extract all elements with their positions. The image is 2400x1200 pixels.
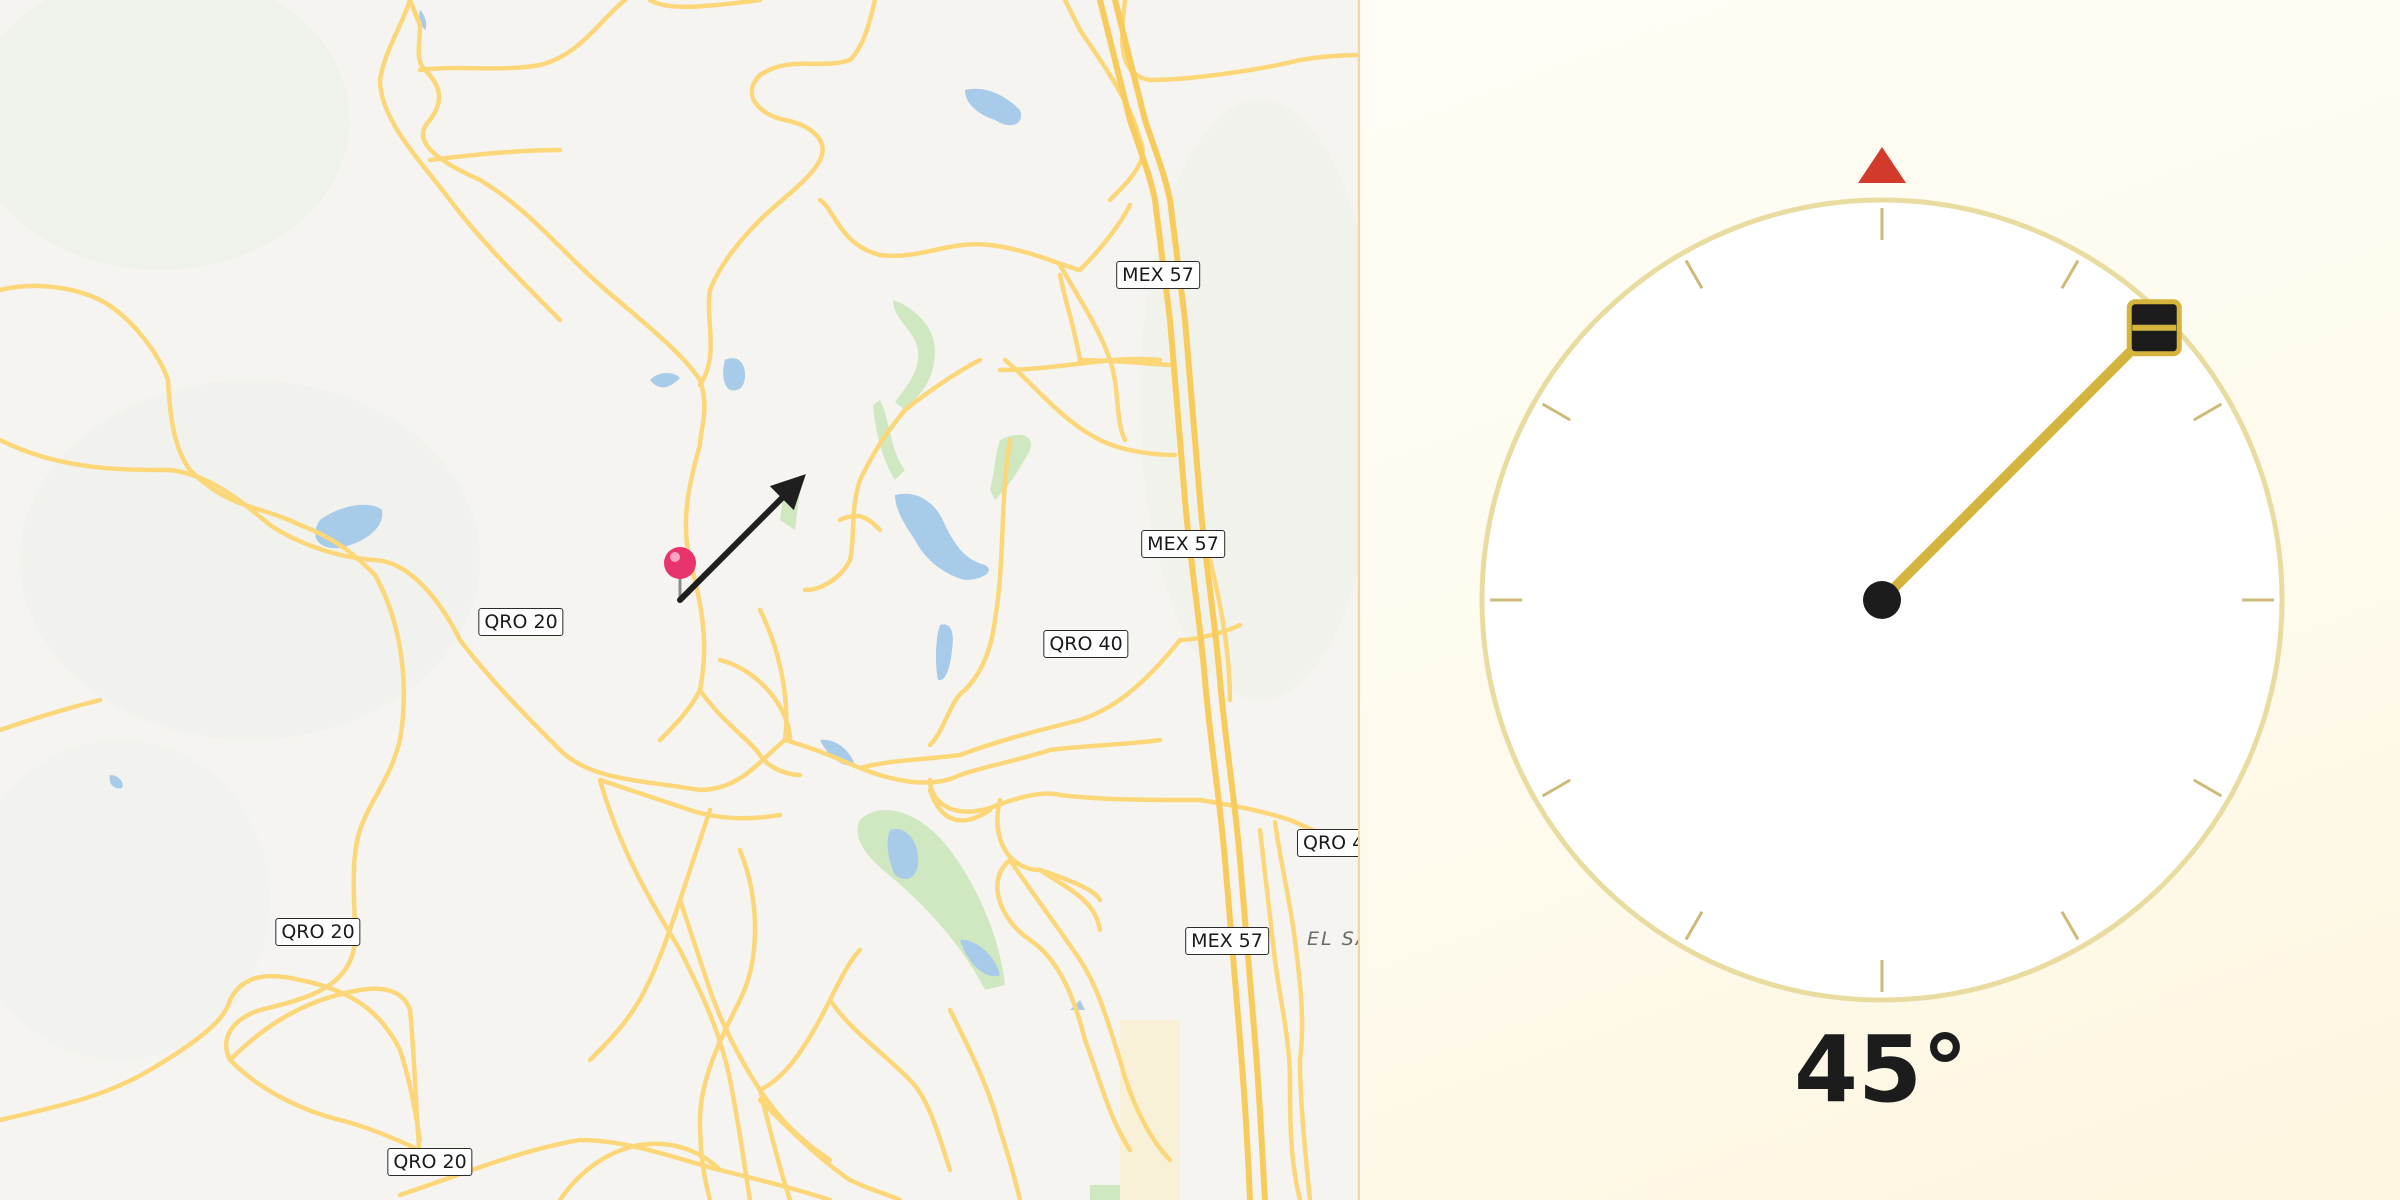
route-shield-qro4-clipped: QRO 4: [1297, 829, 1358, 857]
map-canvas[interactable]: [0, 0, 1360, 1200]
place-label-el-sa: EL SA: [1307, 928, 1358, 950]
route-shield-mex57: MEX 57: [1116, 261, 1200, 289]
needle-drag-handle[interactable]: [2126, 299, 2182, 357]
route-shield-qro20: QRO 20: [387, 1148, 473, 1176]
route-shield-qro20: QRO 20: [275, 918, 361, 946]
route-shield-mex57: MEX 57: [1185, 927, 1269, 955]
route-shield-mex57: MEX 57: [1141, 530, 1225, 558]
route-shield-qro20: QRO 20: [478, 608, 564, 636]
route-shield-qro40: QRO 40: [1043, 630, 1129, 658]
heading-readout: 45°: [1793, 1016, 1969, 1123]
north-marker-icon: [1858, 147, 1906, 183]
map-panel[interactable]: MEX 57 MEX 57 MEX 57 QRO 20 QRO 20 QRO 2…: [0, 0, 1360, 1200]
compass-panel: 45°: [1362, 0, 2400, 1200]
needle-pivot: [1863, 581, 1901, 619]
